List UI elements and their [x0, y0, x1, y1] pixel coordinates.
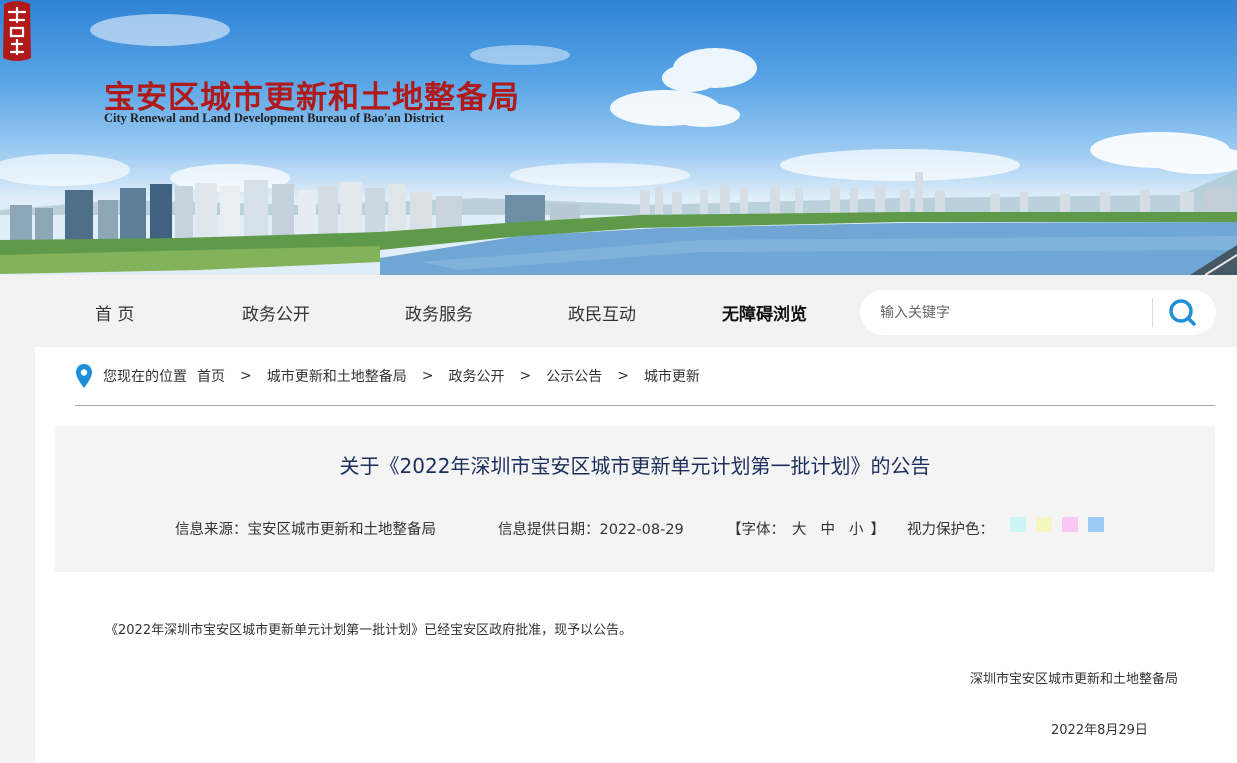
eye-care-swatch-pink[interactable] — [1062, 517, 1078, 532]
date-label: 信息提供日期： — [498, 522, 600, 538]
breadcrumb-separator: > — [421, 368, 434, 384]
font-size-open: 【字体： — [727, 522, 785, 538]
breadcrumb-home[interactable]: 首页 — [197, 366, 225, 386]
font-size-close: 】 — [870, 522, 886, 538]
seal-logo-icon — [3, 1, 31, 61]
breadcrumb-notices[interactable]: 公示公告 — [546, 366, 602, 386]
article-source: 信息来源：宝安区城市更新和土地整备局 — [175, 518, 436, 539]
breadcrumb-divider — [75, 405, 1215, 406]
font-size-large-button[interactable]: 大 — [792, 518, 807, 539]
source-value: 宝安区城市更新和土地整备局 — [247, 522, 437, 538]
font-size-controls: 【字体： 大中小】 — [727, 518, 885, 539]
nav-item-gov-services[interactable]: 政务服务 — [405, 300, 473, 325]
article-body: 《2022年深圳市宝安区城市更新单元计划第一批计划》已经宝安区政府批准，现予以公… — [105, 623, 633, 638]
main-nav: 首 页 政务公开 政务服务 政民互动 无障碍浏览 — [0, 275, 1237, 347]
site-title-en: City Renewal and Land Development Bureau… — [104, 111, 445, 125]
content-panel: 您现在的位置 首页 > 城市更新和土地整备局 > 政务公开 > 公示公告 > 城… — [35, 347, 1237, 763]
eye-care-label: 视力保护色： — [907, 522, 994, 538]
city-skyline-image — [0, 14, 1237, 275]
font-size-medium-button[interactable]: 中 — [821, 518, 836, 539]
breadcrumb-separator: > — [617, 368, 629, 384]
search-icon[interactable] — [1166, 296, 1200, 330]
header-banner: 宝安区城市更新和土地整备局 City Renewal and Land Deve… — [0, 0, 1237, 275]
nav-item-accessibility[interactable]: 无障碍浏览 — [722, 300, 807, 325]
location-pin-icon — [76, 364, 92, 388]
eye-care-swatch-blue[interactable] — [1088, 517, 1104, 532]
eye-care-swatch-cyan[interactable] — [1010, 517, 1026, 532]
breadcrumb-prefix: 您现在的位置 — [103, 369, 187, 385]
date-value: 2022-08-29 — [599, 522, 684, 538]
eye-care-swatch-yellow[interactable] — [1036, 517, 1052, 532]
article-title: 关于《2022年深圳市宝安区城市更新单元计划第一批计划》的公告 — [339, 454, 931, 478]
source-label: 信息来源： — [175, 522, 248, 538]
font-size-small-button[interactable]: 小 — [849, 518, 864, 539]
search-divider — [1152, 298, 1153, 327]
nav-item-interaction[interactable]: 政民互动 — [568, 300, 636, 325]
search-box — [860, 290, 1216, 335]
breadcrumb-urban-renewal[interactable]: 城市更新 — [644, 366, 700, 386]
article-header: 关于《2022年深圳市宝安区城市更新单元计划第一批计划》的公告 信息来源：宝安区… — [55, 426, 1215, 572]
nav-item-gov-affairs-open[interactable]: 政务公开 — [242, 300, 310, 325]
article-sign-date: 2022年8月29日 — [1051, 723, 1148, 738]
article-date: 信息提供日期：2022-08-29 — [498, 518, 684, 539]
search-input[interactable] — [880, 302, 1140, 324]
breadcrumb-bureau[interactable]: 城市更新和土地整备局 — [267, 366, 407, 386]
nav-item-home[interactable]: 首 页 — [95, 300, 134, 325]
breadcrumb-separator: > — [519, 368, 532, 384]
breadcrumb: 您现在的位置 首页 > 城市更新和土地整备局 > 政务公开 > 公示公告 > 城… — [75, 363, 700, 389]
breadcrumb-gov-open[interactable]: 政务公开 — [448, 366, 504, 386]
article-signature: 深圳市宝安区城市更新和土地整备局 — [970, 672, 1179, 687]
breadcrumb-separator: > — [240, 368, 252, 384]
